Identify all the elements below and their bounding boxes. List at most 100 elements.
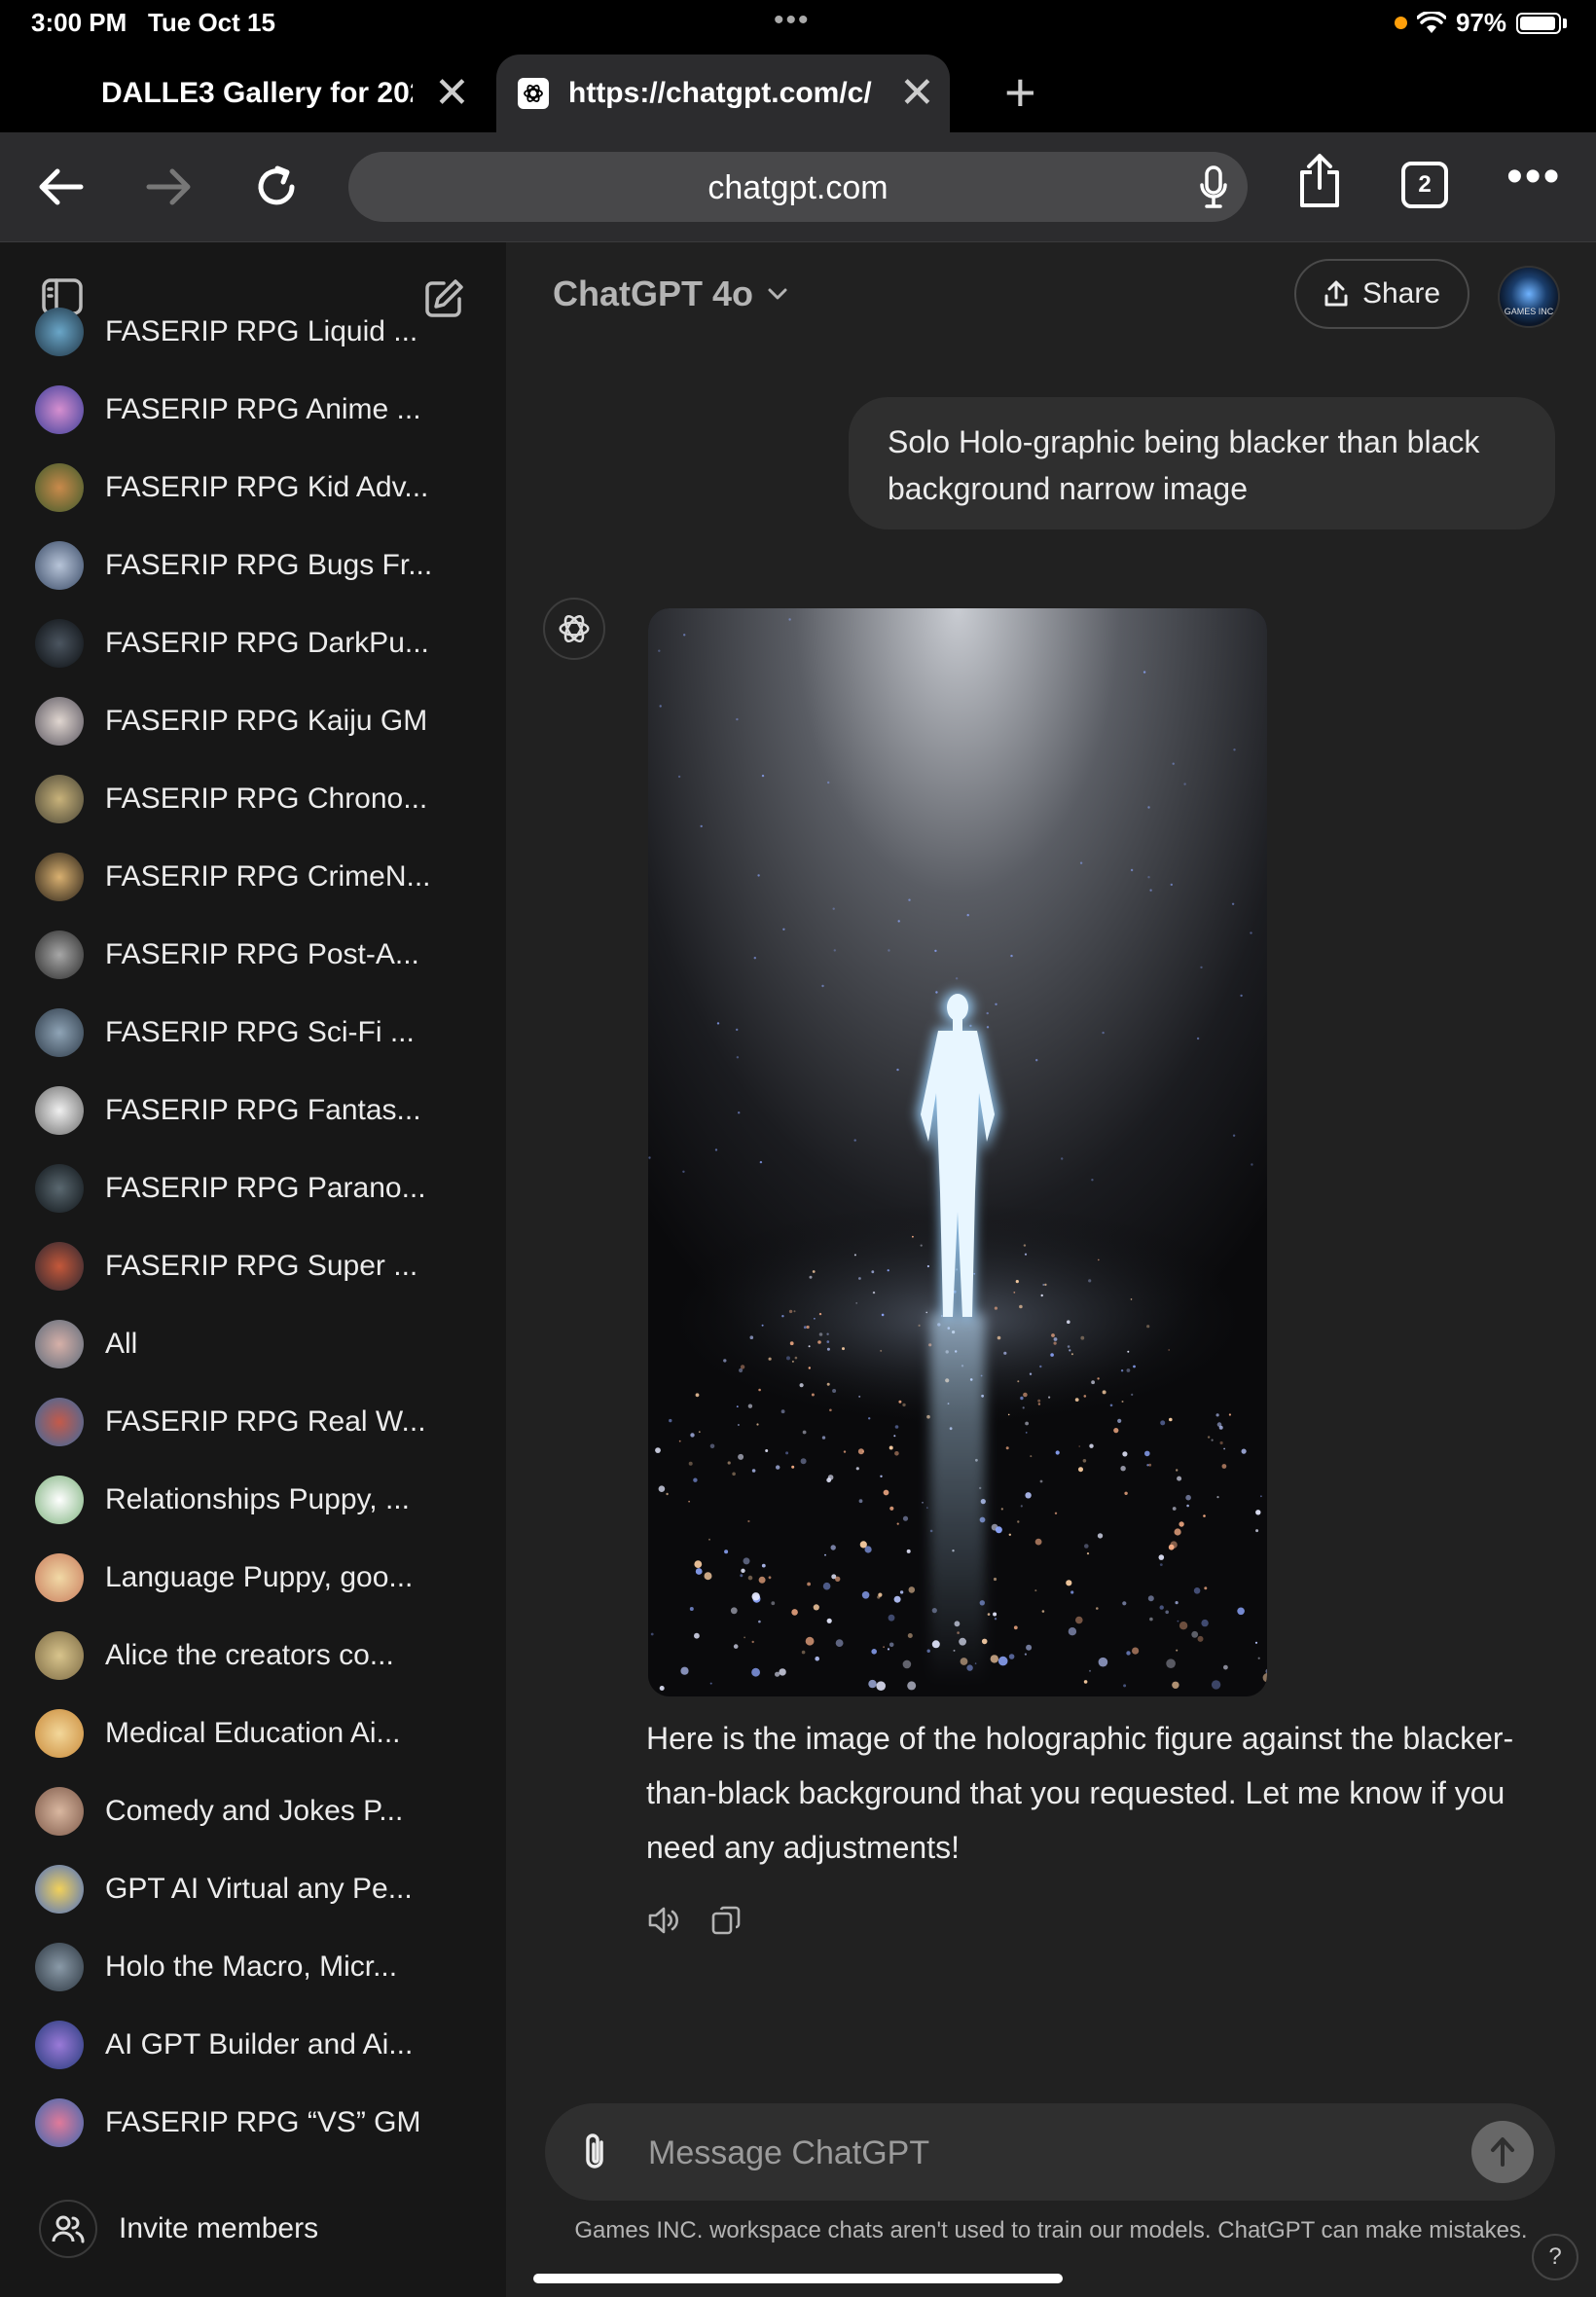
chat-item[interactable]: Language Puppy, goo... <box>35 1549 483 1607</box>
chat-item[interactable]: FASERIP RPG Liquid ... <box>35 303 483 361</box>
close-icon[interactable]: ✕ <box>434 72 470 115</box>
chat-item[interactable]: FASERIP RPG Anime ... <box>35 381 483 439</box>
particle <box>1096 1607 1099 1610</box>
particle <box>757 874 760 877</box>
particle <box>1013 1292 1016 1294</box>
particle <box>894 1425 899 1429</box>
chat-item[interactable]: FASERIP RPG Chrono... <box>35 770 483 828</box>
address-bar[interactable]: chatgpt.com <box>348 152 1248 222</box>
chat-item[interactable]: Alice the creators co... <box>35 1626 483 1685</box>
chat-item-label: FASERIP RPG Real W... <box>105 1405 426 1438</box>
chat-item[interactable]: Comedy and Jokes P... <box>35 1782 483 1841</box>
new-tab-icon[interactable]: + <box>1004 60 1036 124</box>
particle <box>1017 1520 1020 1523</box>
particle <box>704 1572 712 1581</box>
particle <box>1042 1284 1045 1286</box>
particle <box>1008 1654 1015 1659</box>
particle <box>994 1618 998 1621</box>
message-input[interactable] <box>646 2129 1448 2177</box>
reload-icon[interactable] <box>249 160 304 214</box>
send-button[interactable] <box>1471 2121 1534 2183</box>
chat-item-label: FASERIP RPG Liquid ... <box>105 315 418 347</box>
particle <box>1131 1393 1134 1396</box>
particle <box>694 1632 700 1639</box>
chat-item[interactable]: Holo the Macro, Micr... <box>35 1938 483 1996</box>
upload-icon <box>1324 280 1348 307</box>
particle <box>1228 1413 1231 1416</box>
particle <box>747 1575 753 1581</box>
particle <box>1143 671 1146 674</box>
paperclip-icon[interactable] <box>580 2131 609 2178</box>
particle <box>1026 1644 1033 1651</box>
chat-item[interactable]: FASERIP RPG Real W... <box>35 1393 483 1451</box>
chat-item[interactable]: Medical Education Ai... <box>35 1704 483 1763</box>
tab-chatgpt[interactable]: https://chatgpt.com/c/ ✕ <box>496 55 950 132</box>
particle <box>805 1636 815 1646</box>
particle <box>997 1335 1001 1340</box>
particle <box>723 1359 727 1363</box>
particle <box>889 1445 893 1450</box>
particle <box>1257 1657 1260 1659</box>
particle <box>853 1254 856 1257</box>
chat-item[interactable]: FASERIP RPG DarkPu... <box>35 614 483 673</box>
more-icon[interactable]: ••• <box>1506 150 1561 203</box>
particle <box>749 1335 754 1339</box>
particle <box>1130 1298 1133 1300</box>
particle <box>894 1451 899 1456</box>
chat-item[interactable]: FASERIP RPG Bugs Fr... <box>35 536 483 595</box>
particle <box>688 1500 690 1503</box>
chat-item[interactable]: FASERIP RPG Post-A... <box>35 926 483 984</box>
share-sheet-icon[interactable] <box>1292 154 1347 208</box>
chat-item[interactable]: GPT AI Virtual any Pe... <box>35 1860 483 1918</box>
chat-item[interactable]: FASERIP RPG CrimeN... <box>35 848 483 906</box>
chat-item[interactable]: FASERIP RPG Parano... <box>35 1159 483 1218</box>
tab-dalle-gallery[interactable]: DALLE3 Gallery for 202 ✕ <box>58 55 487 132</box>
particle <box>1144 1450 1150 1457</box>
tab-count-button[interactable]: 2 <box>1401 162 1448 208</box>
chat-item[interactable]: FASERIP RPG “VS” GM <box>35 2094 483 2152</box>
chat-item[interactable]: FASERIP RPG Super ... <box>35 1237 483 1295</box>
help-button[interactable]: ? <box>1532 2234 1578 2280</box>
speaker-icon[interactable] <box>646 1903 681 1943</box>
chat-item[interactable]: FASERIP RPG Kaiju GM <box>35 692 483 750</box>
particle <box>1109 1404 1113 1407</box>
model-selector[interactable]: ChatGPT 4o <box>553 273 788 314</box>
particle <box>1211 1439 1214 1441</box>
battery-icon <box>1516 12 1561 34</box>
particle <box>876 1681 886 1691</box>
chat-item[interactable]: FASERIP RPG Sci-Fi ... <box>35 1003 483 1062</box>
share-button[interactable]: Share <box>1294 259 1469 329</box>
particle <box>1201 1619 1209 1627</box>
chat-avatar <box>35 775 84 823</box>
avatar[interactable]: GAMES INC <box>1498 266 1560 328</box>
particle <box>995 1526 1002 1534</box>
close-icon[interactable]: ✕ <box>899 72 935 115</box>
model-name: ChatGPT 4o <box>553 273 754 313</box>
chat-item[interactable]: AI GPT Builder and Ai... <box>35 2016 483 2074</box>
chat-item[interactable]: Relationships Puppy, ... <box>35 1471 483 1529</box>
invite-members-button[interactable]: Invite members <box>39 2200 318 2258</box>
chat-item[interactable]: All <box>35 1315 483 1373</box>
particle <box>1089 1669 1091 1672</box>
mic-icon[interactable] <box>1199 165 1228 213</box>
particle <box>1260 1495 1262 1498</box>
particle <box>758 1620 761 1623</box>
multitask-dots-icon[interactable]: ••• <box>774 4 811 37</box>
particle <box>814 1318 816 1320</box>
particle <box>747 1404 753 1408</box>
particle <box>1126 1368 1131 1372</box>
copy-icon[interactable] <box>708 1903 744 1943</box>
chat-item[interactable]: FASERIP RPG Kid Adv... <box>35 458 483 517</box>
chat-item[interactable]: FASERIP RPG Fantas... <box>35 1081 483 1140</box>
home-indicator <box>533 2274 1063 2283</box>
arrow-up-icon <box>1491 2137 1514 2167</box>
generated-image[interactable] <box>648 608 1267 1696</box>
back-icon[interactable] <box>33 160 88 214</box>
forward-icon[interactable] <box>142 160 197 214</box>
particle <box>995 1003 998 1005</box>
particle <box>907 1681 917 1691</box>
particle <box>925 1311 927 1314</box>
particle <box>1034 1538 1042 1546</box>
particle <box>1186 1504 1189 1508</box>
particle <box>650 1632 654 1636</box>
